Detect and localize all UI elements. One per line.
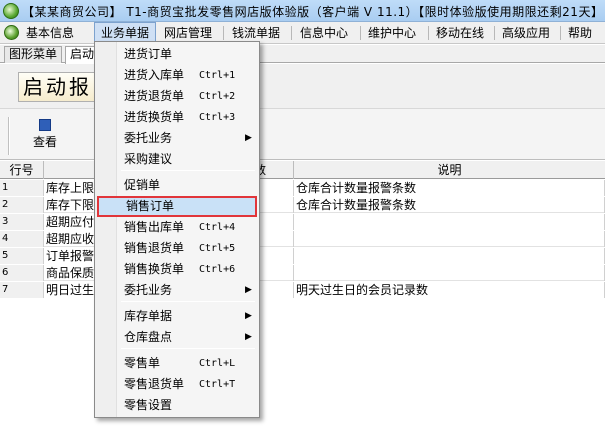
menu-item-label: 委托业务: [124, 131, 173, 145]
menu-item-5[interactable]: 委托业务 ▶: [97, 128, 257, 149]
menu-item-15[interactable]: 零售单 Ctrl+L: [97, 353, 257, 374]
menu-item-2[interactable]: 进货入库单 Ctrl+1: [97, 65, 257, 86]
table-row[interactable]: 2 库存下限 仓库合计数量报警条数: [0, 197, 605, 213]
menu-item-label: 零售单: [124, 356, 161, 370]
menu-basic-info[interactable]: 基本信息: [20, 22, 80, 44]
submenu-arrow-icon: ▶: [245, 285, 252, 295]
menu-item-12[interactable]: 委托业务 ▶: [97, 280, 257, 301]
row-number: 4: [0, 231, 44, 247]
menu-item-8[interactable]: 销售订单: [97, 196, 257, 217]
menu-item-1[interactable]: 进货订单: [97, 44, 257, 65]
menu-separator: [121, 348, 255, 349]
table-row[interactable]: 3 超期应付: [0, 214, 605, 230]
menu-item-label: 进货订单: [124, 47, 173, 61]
menu-item-label: 委托业务: [124, 283, 173, 297]
row-number: 1: [0, 180, 44, 196]
row-description: [294, 265, 605, 281]
menu-item-17[interactable]: 零售设置: [97, 395, 257, 416]
menu-item-label: 零售退货单: [124, 377, 185, 391]
menu-item-label: 仓库盘点: [124, 330, 173, 344]
row-number: 3: [0, 214, 44, 230]
menu-item-14[interactable]: 仓库盘点 ▶: [97, 327, 257, 348]
row-description: 仓库合计数量报警条数: [294, 180, 605, 196]
tab-bar: 图形菜单 启动: [0, 45, 605, 64]
view-icon: [39, 119, 51, 131]
app-logo-icon: [3, 3, 19, 19]
menu-item-10[interactable]: 销售退货单 Ctrl+5: [97, 238, 257, 259]
row-number: 6: [0, 265, 44, 281]
menu-item-9[interactable]: 销售出库单 Ctrl+4: [97, 217, 257, 238]
menu-item-shortcut: Ctrl+2: [199, 91, 236, 102]
report-banner: 启动报: [0, 64, 605, 108]
menu-item-label: 采购建议: [124, 152, 173, 166]
submenu-arrow-icon: ▶: [245, 311, 252, 321]
menu-item-shortcut: Ctrl+4: [199, 222, 236, 233]
menu-item-label: 销售换货单: [124, 262, 185, 276]
table-row[interactable]: 5 订单报警: [0, 248, 605, 264]
row-description: [294, 248, 605, 264]
menu-item-label: 进货入库单: [124, 68, 185, 82]
menu-separator: [121, 301, 255, 302]
menu-item-shortcut: Ctrl+3: [199, 112, 236, 123]
menu-item-11[interactable]: 销售换货单 Ctrl+6: [97, 259, 257, 280]
menu-item-label: 库存单据: [124, 309, 173, 323]
menu-item-3[interactable]: 进货退货单 Ctrl+2: [97, 86, 257, 107]
row-description: [294, 214, 605, 230]
menu-item-6[interactable]: 采购建议: [97, 149, 257, 170]
view-button-label: 查看: [32, 135, 57, 149]
menu-advanced[interactable]: 高级应用: [496, 22, 556, 44]
menu-item-7[interactable]: 促销单: [97, 175, 257, 196]
col-header-desc[interactable]: 说明: [294, 161, 605, 179]
menu-help[interactable]: 帮助: [562, 22, 598, 44]
data-grid: 行号 录数 说明 1库存上限仓库合计数量报警条数2库存下限仓库合计数量报警条数3…: [0, 161, 605, 432]
tab-graphic-menu[interactable]: 图形菜单: [4, 46, 63, 63]
menu-item-16[interactable]: 零售退货单 Ctrl+T: [97, 374, 257, 395]
menu-item-label: 零售设置: [124, 398, 173, 412]
row-number: 2: [0, 197, 44, 213]
table-row[interactable]: 6 商品保质: [0, 265, 605, 281]
menu-item-label: 进货换货单: [124, 110, 185, 124]
menu-item-label: 销售退货单: [124, 241, 185, 255]
menu-bar: 基本信息 业务单据 网店管理 钱流单据 信息中心 维护中心 移动在线 高级应用 …: [0, 22, 605, 44]
menu-mobile-online[interactable]: 移动在线: [430, 22, 490, 44]
table-row[interactable]: 7 明日过生 明天过生日的会员记录数: [0, 282, 605, 298]
view-button[interactable]: 查看: [22, 115, 68, 157]
grid-header: 行号 录数 说明: [0, 161, 605, 179]
table-row[interactable]: 1 库存上限 仓库合计数量报警条数: [0, 180, 605, 196]
toolbar-grip: [8, 117, 10, 155]
menu-item-label: 销售出库单: [124, 220, 185, 234]
business-documents-dropdown: 进货订单进货入库单 Ctrl+1 进货退货单 Ctrl+2 进货换货单 Ctrl+3 委托业…: [94, 41, 260, 418]
submenu-arrow-icon: ▶: [245, 133, 252, 143]
menu-separator: [121, 170, 255, 171]
row-number: 7: [0, 282, 44, 298]
menu-item-shortcut: Ctrl+L: [199, 358, 236, 369]
toolbar: 查看: [0, 108, 605, 160]
col-header-row-no[interactable]: 行号: [0, 161, 44, 179]
menu-item-shortcut: Ctrl+6: [199, 264, 236, 275]
menu-item-13[interactable]: 库存单据 ▶: [97, 306, 257, 327]
menu-item-shortcut: Ctrl+T: [199, 379, 236, 390]
row-description: 仓库合计数量报警条数: [294, 197, 605, 213]
row-number: 5: [0, 248, 44, 264]
row-description: [294, 231, 605, 247]
submenu-arrow-icon: ▶: [245, 332, 252, 342]
menu-info-center[interactable]: 信息中心: [294, 22, 354, 44]
menu-item-shortcut: Ctrl+1: [199, 70, 236, 81]
row-description: 明天过生日的会员记录数: [294, 282, 605, 298]
table-row[interactable]: 4 超期应收: [0, 231, 605, 247]
window-title: 【某某商贸公司】 T1-商贸宝批发零售网店版体验版（客户端 V 11.1）【限时…: [22, 5, 605, 19]
menu-item-label: 销售订单: [126, 199, 175, 213]
title-bar: 【某某商贸公司】 T1-商贸宝批发零售网店版体验版（客户端 V 11.1）【限时…: [0, 0, 605, 22]
menu-item-label: 进货退货单: [124, 89, 185, 103]
app-menu-icon[interactable]: [4, 25, 19, 40]
menu-maintenance-center[interactable]: 维护中心: [362, 22, 422, 44]
menu-item-label: 促销单: [124, 178, 161, 192]
menu-item-4[interactable]: 进货换货单 Ctrl+3: [97, 107, 257, 128]
menu-item-shortcut: Ctrl+5: [199, 243, 236, 254]
